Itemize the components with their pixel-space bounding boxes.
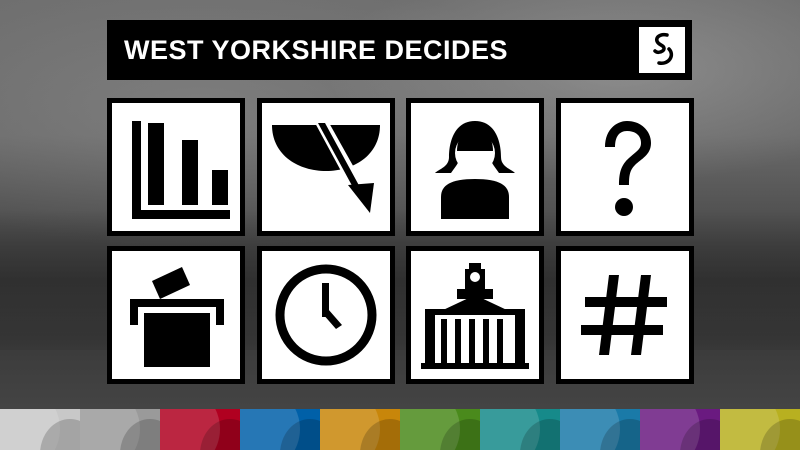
color-strip-segment xyxy=(640,409,720,450)
swingometer-icon[interactable] xyxy=(256,98,395,236)
color-strip-segment xyxy=(560,409,640,450)
color-strip-segment xyxy=(720,409,800,450)
color-strip-segment xyxy=(480,409,560,450)
menu-grid xyxy=(107,98,694,384)
color-strip-segment xyxy=(0,409,80,450)
bbc-swirl-logo-icon xyxy=(639,27,685,73)
color-strip-segment xyxy=(160,409,240,450)
results-chart-icon[interactable] xyxy=(107,98,245,236)
color-strip-segment xyxy=(400,409,480,450)
hashtag-icon[interactable] xyxy=(555,246,694,384)
page-title: WEST YORKSHIRE DECIDES xyxy=(124,35,509,65)
town-hall-icon[interactable] xyxy=(406,246,544,384)
clock-icon[interactable] xyxy=(256,246,395,384)
ballot-box-icon[interactable] xyxy=(107,246,245,384)
color-strip-segment xyxy=(240,409,320,450)
party-color-strip xyxy=(0,409,800,450)
color-strip-segment xyxy=(320,409,400,450)
candidate-profile-icon[interactable] xyxy=(406,98,544,236)
header-bar: WEST YORKSHIRE DECIDES xyxy=(107,20,692,80)
color-strip-segment xyxy=(80,409,160,450)
question-icon[interactable] xyxy=(555,98,694,236)
